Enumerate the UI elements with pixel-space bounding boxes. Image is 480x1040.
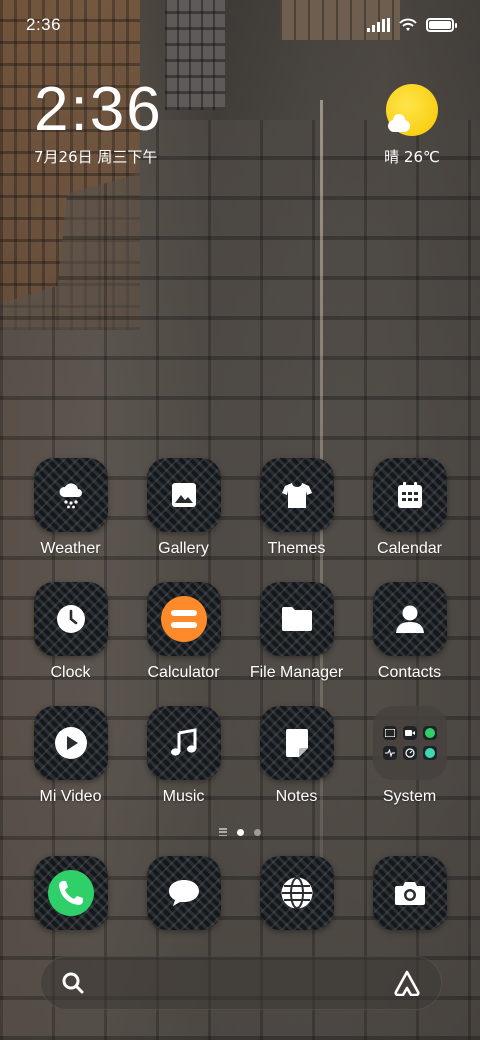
folder-icon bbox=[281, 607, 312, 631]
person-icon bbox=[395, 605, 424, 633]
status-bar: 2:36 bbox=[0, 0, 480, 50]
equals-icon bbox=[160, 596, 207, 642]
app-gallery[interactable]: Gallery bbox=[127, 458, 240, 558]
cloud-snow-icon bbox=[58, 483, 82, 509]
assistant-icon[interactable] bbox=[393, 970, 421, 996]
page-dot-active bbox=[237, 828, 244, 836]
app-label: Calculator bbox=[147, 664, 220, 681]
app-label: Calendar bbox=[377, 540, 442, 557]
app-file-manager[interactable]: File Manager bbox=[240, 582, 353, 682]
app-icon bbox=[146, 582, 221, 656]
app-icon bbox=[259, 582, 334, 656]
dock-phone[interactable] bbox=[14, 856, 127, 930]
app-icon bbox=[33, 706, 108, 780]
mini-app-icon bbox=[382, 726, 397, 740]
music-note-icon bbox=[170, 728, 196, 756]
dock-browser[interactable] bbox=[240, 856, 353, 930]
globe-icon bbox=[281, 877, 312, 909]
wifi-icon bbox=[399, 18, 417, 31]
mini-app-icon bbox=[422, 726, 437, 740]
dock bbox=[14, 856, 466, 930]
app-notes[interactable]: Notes bbox=[240, 706, 353, 806]
app-themes[interactable]: Themes bbox=[240, 458, 353, 558]
dock-camera[interactable] bbox=[353, 856, 466, 930]
app-grid: Weather Gallery Themes Calendar Clock Ca… bbox=[14, 458, 466, 806]
sunny-icon bbox=[386, 84, 438, 136]
mini-app-icon bbox=[402, 746, 417, 760]
app-icon bbox=[372, 458, 447, 532]
widget-time: 2:36 bbox=[34, 75, 163, 144]
app-music[interactable]: Music bbox=[127, 706, 240, 806]
app-icon bbox=[33, 856, 108, 930]
image-icon bbox=[171, 483, 196, 507]
app-label: Music bbox=[162, 788, 205, 805]
app-label: Mi Video bbox=[39, 788, 102, 805]
app-mi-video[interactable]: Mi Video bbox=[14, 706, 127, 806]
app-drawer-indicator-icon bbox=[219, 828, 227, 836]
folder-group-icon bbox=[372, 706, 447, 780]
app-icon bbox=[146, 856, 221, 930]
app-icon bbox=[372, 856, 447, 930]
search-icon bbox=[62, 972, 84, 994]
app-label: System bbox=[382, 788, 437, 805]
app-icon bbox=[259, 458, 334, 532]
camera-icon bbox=[394, 882, 425, 905]
app-label: Clock bbox=[50, 664, 91, 681]
dock-messages[interactable] bbox=[127, 856, 240, 930]
mini-app-icon bbox=[382, 746, 397, 760]
app-icon bbox=[146, 706, 221, 780]
page-indicator[interactable] bbox=[0, 828, 480, 836]
play-icon bbox=[54, 727, 87, 759]
mini-app-icon bbox=[402, 726, 417, 740]
calendar-icon bbox=[397, 482, 422, 508]
tshirt-icon bbox=[281, 483, 312, 508]
clock-icon bbox=[56, 605, 85, 633]
app-calculator[interactable]: Calculator bbox=[127, 582, 240, 682]
app-icon bbox=[259, 706, 334, 780]
mini-app-icon bbox=[422, 746, 437, 760]
app-calendar[interactable]: Calendar bbox=[353, 458, 466, 558]
signal-icon bbox=[367, 18, 390, 32]
app-system-folder[interactable]: System bbox=[353, 706, 466, 806]
app-label: File Manager bbox=[249, 664, 344, 681]
phone-icon bbox=[47, 870, 94, 916]
message-icon bbox=[168, 880, 199, 906]
app-label: Gallery bbox=[158, 540, 209, 557]
page-dot bbox=[254, 828, 261, 836]
app-label: Contacts bbox=[377, 664, 442, 681]
widget-date: 7月26日 周三下午 bbox=[34, 148, 158, 166]
app-clock[interactable]: Clock bbox=[14, 582, 127, 682]
app-icon bbox=[146, 458, 221, 532]
app-icon bbox=[33, 582, 108, 656]
app-icon bbox=[259, 856, 334, 930]
weather-widget[interactable]: 晴 26℃ bbox=[380, 84, 444, 167]
note-icon bbox=[285, 729, 308, 757]
app-icon bbox=[33, 458, 108, 532]
weather-text: 晴 26℃ bbox=[384, 148, 440, 166]
app-label: Weather bbox=[40, 540, 101, 557]
app-icon bbox=[372, 582, 447, 656]
app-label: Themes bbox=[267, 540, 326, 557]
app-weather[interactable]: Weather bbox=[14, 458, 127, 558]
battery-icon bbox=[426, 18, 457, 32]
app-label: Notes bbox=[275, 788, 318, 805]
clock-widget[interactable]: 2:36 7月26日 周三下午 bbox=[34, 78, 163, 167]
status-time: 2:36 bbox=[26, 15, 62, 34]
search-bar[interactable] bbox=[40, 956, 442, 1010]
status-icons bbox=[367, 17, 457, 33]
app-contacts[interactable]: Contacts bbox=[353, 582, 466, 682]
